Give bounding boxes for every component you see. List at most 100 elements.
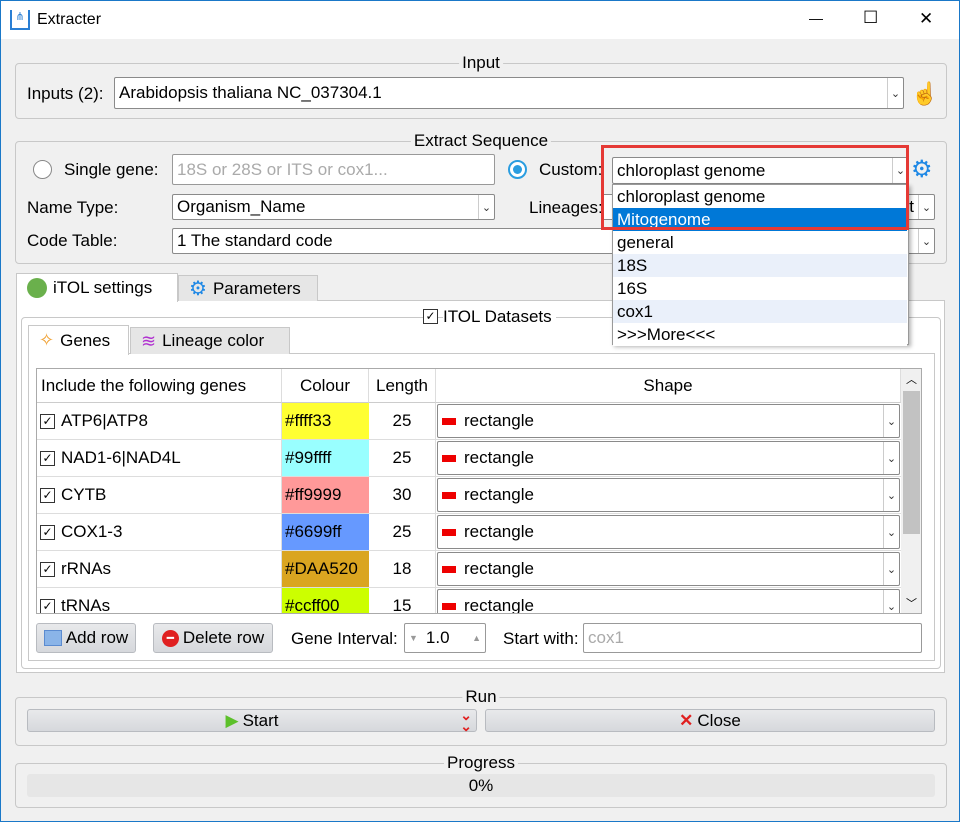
code-table-label: Code Table: (27, 231, 118, 250)
chevron-down-icon: ⌄ (883, 590, 899, 613)
gene-checkbox[interactable]: ✓ (40, 598, 55, 613)
length-value: 25 (392, 522, 412, 541)
gene-checkbox[interactable]: ✓ (40, 524, 55, 540)
dropdown-option[interactable]: 16S (613, 277, 907, 300)
colour-cell[interactable]: #6699ff (282, 514, 369, 550)
increment-icon[interactable]: ▲ (472, 633, 481, 643)
length-cell[interactable]: 25 (369, 514, 436, 550)
lineages-label: Lineages: (529, 198, 603, 217)
chevron-down-icon: ⌄ (918, 195, 934, 219)
hand-pointer-icon[interactable]: ☝ (911, 81, 938, 107)
colour-value: #99ffff (285, 448, 332, 467)
delete-row-button[interactable]: ━ Delete row (153, 623, 273, 653)
add-table-row-icon (43, 630, 62, 646)
custom-label: Custom: (539, 160, 603, 179)
gene-interval-spinbox[interactable]: ▼ 1.0 ▲ (404, 623, 486, 653)
close-button[interactable]: ✕ Close (485, 709, 935, 732)
dropdown-option[interactable]: 18S (613, 254, 907, 277)
custom-radio[interactable] (508, 160, 527, 179)
scroll-down-icon[interactable]: ﹀ (906, 595, 917, 611)
tab-genes[interactable]: ✧ Genes (28, 325, 129, 355)
shape-combo[interactable]: rectangle ⌄ (437, 589, 900, 613)
header-length[interactable]: Length (369, 369, 436, 403)
single-gene-radio[interactable] (33, 160, 52, 179)
colour-cell[interactable]: #99ffff (282, 440, 369, 476)
tab-lineage-color[interactable]: ≋ Lineage color (130, 327, 290, 354)
shape-combo[interactable]: rectangle ⌄ (437, 552, 900, 586)
length-value: 15 (392, 596, 412, 614)
shape-combo[interactable]: rectangle ⌄ (437, 441, 900, 475)
name-type-combo[interactable]: Organism_Name ⌄ (172, 194, 495, 220)
tab-itol-settings[interactable]: iTOL settings (16, 273, 178, 302)
gene-checkbox[interactable]: ✓ (40, 413, 55, 429)
scroll-up-icon[interactable]: ︿ (906, 371, 917, 387)
chevron-down-icon: ⌄ (883, 442, 899, 474)
shape-combo[interactable]: rectangle ⌄ (437, 404, 900, 438)
colour-cell[interactable]: #ffff33 (282, 403, 369, 439)
length-cell[interactable]: 25 (369, 403, 436, 439)
gene-interval-label: Gene Interval: (291, 629, 398, 648)
gene-checkbox[interactable]: ✓ (40, 450, 55, 466)
chevron-down-icon: ⌄ (883, 479, 899, 511)
header-colour[interactable]: Colour (282, 369, 369, 403)
length-cell[interactable]: 15 (369, 588, 436, 614)
single-gene-placeholder: 18S or 28S or ITS or cox1... (177, 159, 388, 179)
rectangle-shape-icon (442, 565, 456, 573)
add-row-label: Add row (65, 628, 129, 647)
header-genes[interactable]: Include the following genes (37, 369, 282, 403)
colour-value: #ff9999 (285, 485, 342, 504)
itol-datasets-checkbox[interactable]: ✓ (423, 309, 438, 324)
name-type-label: Name Type: (27, 198, 119, 217)
gene-checkbox[interactable]: ✓ (40, 487, 55, 503)
shape-combo[interactable]: rectangle ⌄ (437, 515, 900, 549)
leaf-icon (27, 278, 47, 298)
colour-cell[interactable]: #ccff00 (282, 588, 369, 613)
start-with-label: Start with: (503, 629, 579, 648)
input-group-title: Input (459, 53, 503, 73)
length-value: 25 (392, 448, 412, 467)
single-gene-input[interactable]: 18S or 28S or ITS or cox1... (172, 154, 495, 185)
colour-cell[interactable]: #DAA520 (282, 551, 369, 587)
tab-label: Lineage color (162, 331, 265, 350)
tab-label: iTOL settings (53, 278, 153, 297)
add-row-button[interactable]: Add row (36, 623, 136, 653)
gene-name: ATP6|ATP8 (61, 411, 148, 430)
rectangle-shape-icon (442, 528, 456, 536)
colour-cell[interactable]: #ff9999 (282, 477, 369, 513)
close-label: Close (697, 710, 741, 730)
length-cell[interactable]: 18 (369, 551, 436, 587)
length-cell[interactable]: 30 (369, 477, 436, 513)
app-icon: ⋔ (10, 10, 30, 30)
shape-value: rectangle (464, 485, 534, 504)
gear-icon: ⚙ (189, 278, 207, 300)
table-scrollbar[interactable]: ︿ ﹀ (901, 369, 921, 613)
inputs-combo[interactable]: Arabidopsis thaliana NC_037304.1 ⌄ (114, 77, 904, 109)
decrement-icon[interactable]: ▼ (409, 633, 418, 643)
dropdown-option[interactable]: cox1 (613, 300, 907, 323)
name-type-value: Organism_Name (177, 197, 306, 216)
database-icon: ≋ (141, 330, 157, 351)
minimize-button[interactable]: — (809, 10, 823, 26)
maximize-button[interactable]: ☐ (863, 8, 878, 28)
start-with-input[interactable]: cox1 (583, 623, 922, 653)
inputs-value: Arabidopsis thaliana NC_037304.1 (119, 83, 382, 102)
tab-parameters[interactable]: ⚙ Parameters (178, 275, 318, 301)
gear-icon[interactable]: ⚙ (911, 155, 933, 184)
highlight-box (601, 145, 909, 230)
close-window-button[interactable]: ✕ (919, 9, 933, 29)
dropdown-option[interactable]: >>>More<<< (613, 323, 907, 346)
length-value: 25 (392, 411, 412, 430)
progress-value: 0% (468, 775, 494, 795)
dna-icon: ✧ (39, 330, 55, 350)
start-button[interactable]: ▶ Start ⌄ ⌄ (27, 708, 477, 733)
gene-checkbox[interactable]: ✓ (40, 561, 55, 577)
double-chevron-down-icon[interactable]: ⌄ ⌄ (460, 708, 472, 733)
length-cell[interactable]: 25 (369, 440, 436, 476)
scroll-thumb[interactable] (903, 391, 920, 534)
shape-combo[interactable]: rectangle ⌄ (437, 478, 900, 512)
lineages-value: t (909, 197, 914, 216)
header-shape[interactable]: Shape (436, 369, 901, 403)
gene-name: NAD1-6|NAD4L (61, 448, 181, 467)
table-row: ✓ ATP6|ATP8 #ffff33 25 rectangle ⌄ (37, 403, 901, 440)
dropdown-option[interactable]: general (613, 231, 907, 254)
